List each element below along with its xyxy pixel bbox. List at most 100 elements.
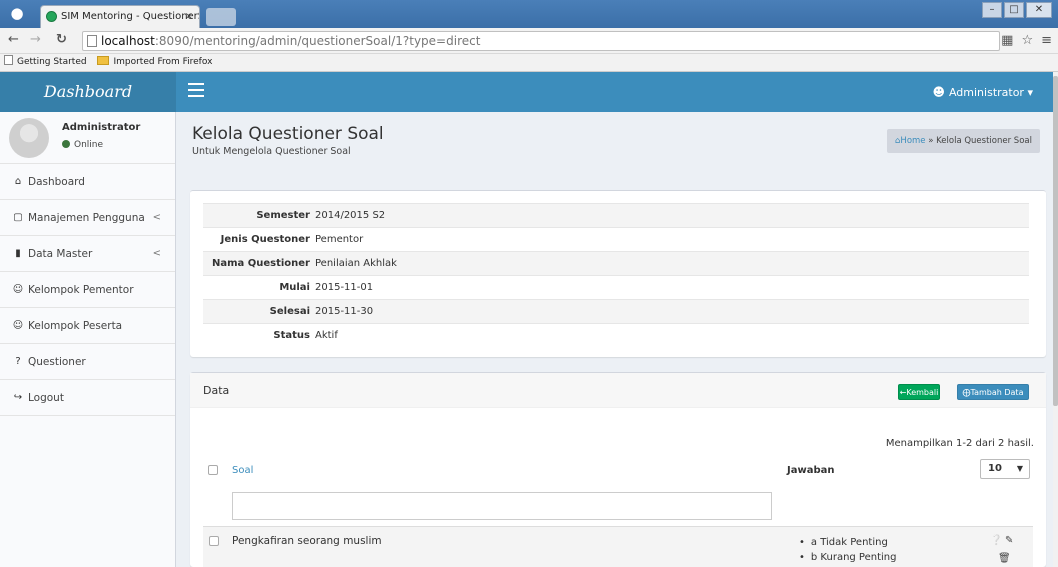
- detail-value: 2015-11-01: [315, 282, 374, 293]
- data-box-title: Data: [203, 384, 230, 397]
- result-summary: Menampilkan 1-2 dari 2 hasil.: [885, 438, 1034, 449]
- user-menu-label: Administrator: [948, 86, 1024, 99]
- users-icon: ☺: [12, 320, 24, 331]
- favicon-icon: [46, 11, 57, 22]
- sidebar-item-dashboard[interactable]: ⌂ Dashboard: [0, 164, 175, 200]
- breadcrumb: ⌂Home » Kelola Questioner Soal: [887, 129, 1040, 153]
- kembali-button[interactable]: ←Kembali: [898, 384, 940, 400]
- new-tab-button[interactable]: [206, 8, 236, 26]
- bookmarks-bar: Getting Started Imported From Firefox: [0, 54, 1058, 72]
- sidebar-item-label: Logout: [28, 392, 64, 404]
- book-icon: ▮: [15, 248, 21, 259]
- online-status: Online: [62, 140, 103, 150]
- forward-arrow-icon[interactable]: →: [30, 32, 41, 47]
- breadcrumb-separator: »: [925, 136, 937, 146]
- tambah-label: Tambah Data: [970, 388, 1024, 397]
- column-header-soal[interactable]: Soal: [232, 465, 253, 476]
- tambah-data-button[interactable]: ⨁Tambah Data: [957, 384, 1029, 400]
- detail-value: 2014/2015 S2: [315, 210, 386, 221]
- view-icon[interactable]: ❔: [990, 535, 1002, 546]
- table-row: Pengkafiran seorang muslim a Tidak Penti…: [203, 526, 1033, 567]
- page-icon: [4, 55, 13, 65]
- sidebar-item-kelompok-pementor[interactable]: ☺ Kelompok Pementor: [0, 272, 175, 308]
- row-checkbox[interactable]: [209, 536, 219, 546]
- sidebar-item-label: Data Master: [28, 248, 93, 260]
- detail-value: Pementor: [315, 234, 364, 245]
- breadcrumb-current: Kelola Questioner Soal: [936, 136, 1032, 146]
- sidebar-item-label: Kelompok Pementor: [28, 284, 134, 296]
- sidebar-item-kelompok-peserta[interactable]: ☺ Kelompok Peserta: [0, 308, 175, 344]
- tab-close-icon[interactable]: ×: [185, 6, 193, 27]
- url-path: :8090/mentoring/admin/questionerSoal/1?t…: [154, 34, 481, 48]
- logout-icon: ↪: [13, 392, 23, 403]
- minimize-icon[interactable]: –: [982, 2, 1002, 18]
- select-all-checkbox[interactable]: [208, 465, 218, 478]
- menu-icon[interactable]: ≡: [1041, 33, 1052, 48]
- url-host: localhost: [101, 34, 155, 48]
- page-scrollbar[interactable]: [1053, 72, 1058, 567]
- pencil-icon[interactable]: ✎: [1005, 535, 1013, 546]
- detail-label: Nama Questioner: [211, 258, 310, 269]
- sidebar-item-questioner[interactable]: ? Questioner: [0, 344, 175, 380]
- caret-down-icon: ▼: [1016, 464, 1023, 473]
- detail-label: Mulai: [279, 282, 310, 293]
- data-box-header: Data ←Kembali ⨁Tambah Data: [190, 373, 1046, 408]
- page-icon: [87, 35, 97, 47]
- detail-row: Nama Questioner Penilaian Akhlak: [203, 251, 1029, 275]
- maximize-icon[interactable]: □: [1004, 2, 1024, 18]
- bookmark-getting-started[interactable]: Getting Started: [4, 54, 87, 71]
- bookmark-imported-folder[interactable]: Imported From Firefox: [97, 54, 212, 71]
- logo[interactable]: Dashboard: [0, 72, 176, 112]
- folder-icon: [97, 56, 110, 65]
- app-header: Dashboard ☻ Administrator ▾: [0, 72, 1053, 112]
- back-arrow-icon[interactable]: ←: [8, 32, 19, 47]
- bookmark-label: Imported From Firefox: [113, 57, 213, 67]
- browser-user-icon[interactable]: ●: [6, 3, 28, 23]
- sidebar-item-data-master[interactable]: ▮ Data Master <: [0, 236, 175, 272]
- users-icon: ☺: [12, 284, 24, 295]
- tab-title: SIM Mentoring - QuestionerS: [61, 11, 200, 22]
- window-controls: – □ ✕: [982, 2, 1052, 20]
- detail-row: Status Aktif: [203, 323, 1029, 347]
- user-panel: Administrator Online: [0, 112, 175, 164]
- questioner-detail-box: Semester 2014/2015 S2 Jenis Questoner Peme…: [190, 190, 1046, 357]
- star-icon[interactable]: ☆: [1021, 33, 1033, 48]
- add-icon: ⨁: [962, 388, 971, 397]
- scrollbar-thumb[interactable]: [1053, 76, 1058, 406]
- detail-label: Semester: [256, 210, 310, 221]
- translate-icon[interactable]: ▦: [1001, 33, 1013, 48]
- sidebar-toggle-icon[interactable]: [188, 83, 204, 97]
- window-close-icon[interactable]: ✕: [1026, 2, 1052, 18]
- lock-icon: ▢: [13, 212, 23, 223]
- row-jawaban-list: a Tidak Penting b Kurang Penting: [799, 535, 897, 565]
- question-icon: ?: [15, 356, 21, 367]
- sidebar-item-manajemen-pengguna[interactable]: ▢ Manajemen Pengguna <: [0, 200, 175, 236]
- user-menu[interactable]: ☻ Administrator ▾: [932, 72, 1033, 113]
- breadcrumb-home-link[interactable]: ⌂Home: [895, 136, 926, 146]
- home-icon: ⌂: [14, 176, 22, 187]
- row-soal: Pengkafiran seorang muslim: [232, 535, 382, 547]
- detail-value: Aktif: [315, 330, 338, 341]
- detail-label: Status: [273, 330, 310, 341]
- user-icon: ☻: [932, 85, 945, 99]
- column-header-jawaban: Jawaban: [787, 465, 835, 476]
- detail-value: Penilaian Akhlak: [315, 258, 397, 269]
- detail-row: Jenis Questoner Pementor: [203, 227, 1029, 251]
- sidebar-item-logout[interactable]: ↪ Logout: [0, 380, 175, 416]
- page-size-select[interactable]: 10 ▼: [980, 459, 1030, 479]
- bookmark-label: Getting Started: [17, 57, 87, 67]
- sidebar-item-label: Kelompok Peserta: [28, 320, 123, 332]
- detail-value: 2015-11-30: [315, 306, 374, 317]
- page-size-value: 10: [988, 463, 1002, 474]
- url-input[interactable]: localhost:8090/mentoring/admin/questione…: [82, 31, 1000, 51]
- reload-icon[interactable]: ↻: [56, 32, 67, 47]
- soal-filter-input[interactable]: [232, 492, 772, 520]
- toolbar-right: ▦ ☆ ≡: [1001, 33, 1052, 48]
- sidebar-item-label: Manajemen Pengguna: [28, 212, 145, 224]
- sidebar: Administrator Online ⌂ Dashboard ▢ Manajem…: [0, 112, 176, 567]
- browser-tabbar: ● SIM Mentoring - QuestionerS × – □ ✕: [0, 0, 1058, 28]
- chevron-left-icon: <: [152, 212, 161, 223]
- browser-tab[interactable]: SIM Mentoring - QuestionerS ×: [40, 5, 200, 28]
- detail-label: Selesai: [269, 306, 310, 317]
- trash-icon[interactable]: 🗑: [998, 553, 1011, 564]
